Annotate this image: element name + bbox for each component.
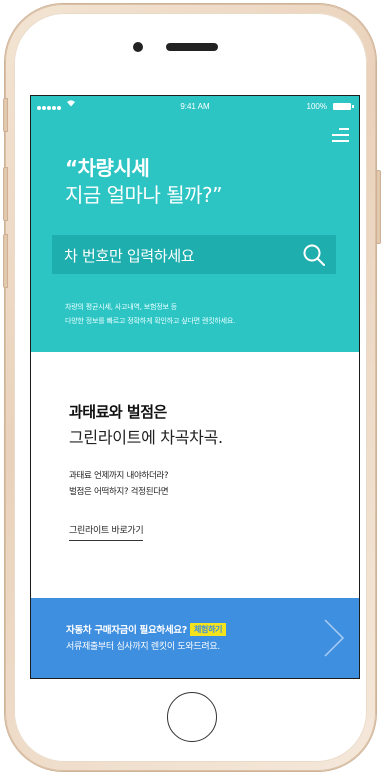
hero-description-line1: 차량의 평균시세, 사고내역, 보험정보 등: [65, 303, 177, 311]
car-number-search-input[interactable]: 차 번호만 입력하세요: [52, 235, 336, 274]
penalty-body-line2: 벌점은 어떡하지? 걱정된다면: [69, 487, 169, 497]
try-badge[interactable]: 체험하기: [189, 623, 227, 636]
banner-subtitle: 서류제출부터 심사까지 렌킷이 도와드려요.: [66, 642, 220, 652]
hero-section: 9:41 AM 100% “차량시세 지금 얼마나 될까?” 차 번호만 입력하…: [31, 96, 359, 352]
hero-headline-bold: “차량시세: [65, 156, 150, 180]
penalty-section-body: 과태료 언제까지 내야하더라? 벌점은 어떡하지? 걱정된다면: [69, 468, 169, 500]
loan-banner[interactable]: 자동차 구매자금이 필요하세요? 체험하기 서류제출부터 심사까지 렌킷이 도와드…: [31, 598, 359, 678]
front-camera: [133, 42, 143, 52]
battery-icon: [333, 103, 354, 110]
hero-headline: 지금 얼마나 될까?”: [65, 183, 223, 207]
penalty-body-line1: 과태료 언제까지 내야하더라?: [69, 471, 169, 481]
status-bar: 9:41 AM 100%: [31, 96, 359, 118]
hero-description: 차량의 평균시세, 사고내역, 보험정보 등 다양한 정보를 빠르고 정확하게 …: [65, 300, 235, 328]
hamburger-menu-icon[interactable]: [332, 127, 349, 143]
volume-up-button: [3, 167, 8, 221]
volume-down-button: [3, 234, 8, 288]
greenlight-link[interactable]: 그린라이트 바로가기: [69, 523, 144, 541]
banner-title-text: 자동차 구매자금이 필요하세요?: [66, 625, 187, 636]
chevron-right-icon[interactable]: [323, 618, 345, 658]
battery-percent: 100%: [306, 102, 327, 111]
search-icon[interactable]: [302, 243, 326, 267]
app-screen: 9:41 AM 100% “차량시세 지금 얼마나 될까?” 차 번호만 입력하…: [30, 95, 360, 679]
mute-switch: [3, 98, 8, 132]
home-button[interactable]: [167, 692, 217, 742]
penalty-section-title-bold: 과태료와 벌점은: [69, 403, 167, 421]
earpiece-speaker: [166, 43, 218, 51]
search-placeholder: 차 번호만 입력하세요: [64, 247, 195, 265]
banner-title: 자동차 구매자금이 필요하세요? 체험하기: [66, 622, 227, 636]
power-button: [376, 170, 381, 244]
hero-description-line2: 다양한 정보를 빠르고 정확하게 확인하고 싶다면 렌킷하세요.: [65, 317, 236, 325]
penalty-section-title: 그린라이트에 차곡차곡.: [69, 428, 223, 447]
